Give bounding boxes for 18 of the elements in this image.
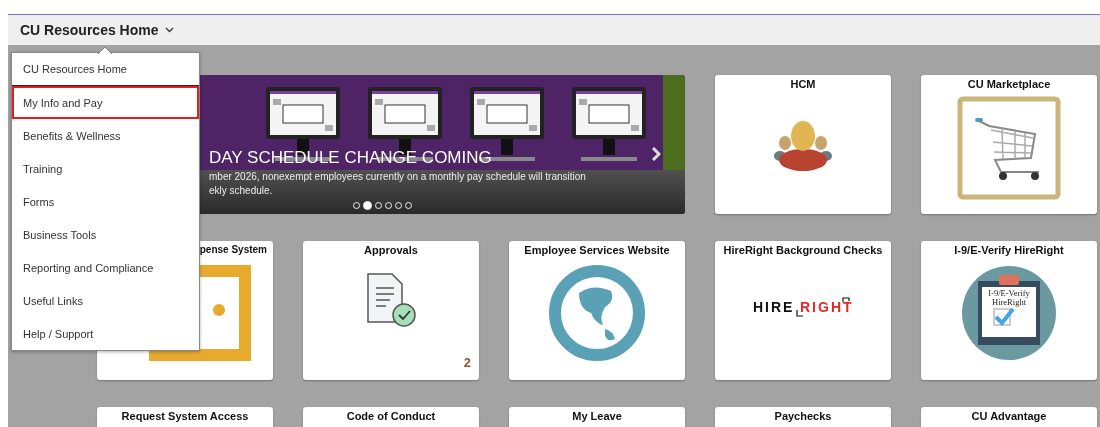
- count-label: 2: [463, 355, 471, 370]
- tile-title: CU Marketplace: [967, 78, 1051, 90]
- carousel-text: mber 2026, nonexempt employees currently on a monthly pay schedule will transition: [209, 170, 587, 184]
- tile-title: CU Advantage: [971, 410, 1047, 422]
- hireright-logo: HIRE RIGHT: [753, 296, 853, 318]
- tile-title: Request System Access: [121, 410, 249, 422]
- tile-title: Approvals: [364, 244, 418, 256]
- carousel-text: ekly schedule.: [209, 184, 274, 198]
- tile-title: pense System: [199, 244, 267, 256]
- tile-title: Paychecks: [774, 410, 832, 422]
- tile-title: I-9/E-Verify HireRight: [954, 244, 1064, 256]
- tile-title: Code of Conduct: [346, 410, 436, 422]
- tile-title: HireRight Background Checks: [723, 244, 883, 256]
- carousel-headline: DAY SCHEDULE CHANGE COMING: [209, 148, 492, 168]
- tile-title: Employee Services Website: [524, 244, 670, 256]
- clipboard-check-icon: I-9/E-Verify HireRight: [961, 265, 1057, 361]
- tile-title: HCM: [790, 78, 816, 90]
- tile-title: My Leave: [572, 410, 622, 422]
